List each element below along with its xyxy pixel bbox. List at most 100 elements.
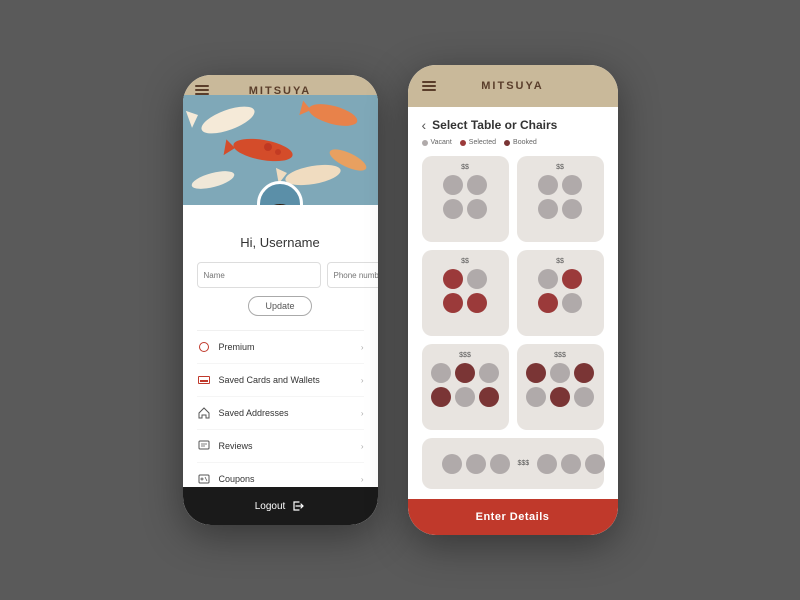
chair[interactable] (526, 387, 546, 407)
right-body: ‹ Select Table or Chairs Vacant Selected… (408, 107, 618, 499)
profile-inputs (197, 262, 364, 288)
table-4-price: $$ (556, 258, 564, 265)
chair[interactable] (538, 269, 558, 289)
menu-label-premium: Premium (219, 342, 361, 352)
name-input[interactable] (197, 262, 321, 288)
right-app-title: MITSUYA (481, 80, 544, 92)
select-nav: ‹ Select Table or Chairs (422, 117, 604, 133)
card-icon (197, 373, 211, 387)
chair (455, 363, 475, 383)
chair[interactable] (467, 293, 487, 313)
logout-button[interactable]: Logout (183, 487, 378, 525)
menu-list: Premium › Saved Cards and Wallets › Save… (197, 330, 364, 496)
chair[interactable] (561, 454, 581, 474)
chair[interactable] (585, 454, 605, 474)
home-icon (197, 406, 211, 420)
coupon-icon (197, 472, 211, 486)
table-1-chairs (443, 175, 487, 219)
left-body: Hi, Username Update Premium › Saved Card… (183, 205, 378, 510)
menu-label-reviews: Reviews (219, 441, 361, 451)
table-5-chairs (431, 363, 499, 407)
chair[interactable] (443, 199, 463, 219)
chair[interactable] (431, 363, 451, 383)
logout-icon (291, 499, 305, 513)
chair[interactable] (562, 293, 582, 313)
menu-item-premium[interactable]: Premium › (197, 331, 364, 364)
selected-dot (460, 140, 466, 146)
tables-grid: $$ $$ $$ (422, 156, 604, 489)
chair (574, 363, 594, 383)
chair[interactable] (467, 269, 487, 289)
right-hamburger-icon[interactable] (422, 81, 436, 91)
left-header: MITSUYA (183, 75, 378, 205)
arrow-icon-saved-cards: › (361, 376, 364, 385)
vacant-label: Vacant (431, 139, 452, 146)
table-6-price: $$$ (554, 352, 566, 359)
chair[interactable] (443, 293, 463, 313)
chair[interactable] (442, 454, 462, 474)
chair (479, 387, 499, 407)
menu-item-reviews[interactable]: Reviews › (197, 430, 364, 463)
chair (526, 363, 546, 383)
phone-input[interactable] (327, 262, 378, 288)
chair[interactable] (467, 175, 487, 195)
table-3-chairs (443, 269, 487, 313)
menu-item-saved-cards[interactable]: Saved Cards and Wallets › (197, 364, 364, 397)
legend-vacant: Vacant (422, 139, 452, 146)
table-1-price: $$ (461, 164, 469, 171)
table-4[interactable]: $$ (517, 250, 604, 336)
table-2-price: $$ (556, 164, 564, 171)
chair[interactable] (466, 454, 486, 474)
chair[interactable] (467, 199, 487, 219)
table-5[interactable]: $$$ (422, 344, 509, 430)
right-header: MITSUYA (408, 65, 618, 107)
page-title: Select Table or Chairs (432, 118, 557, 132)
legend: Vacant Selected Booked (422, 139, 604, 146)
chair[interactable] (537, 454, 557, 474)
chair (431, 387, 451, 407)
chair[interactable] (538, 175, 558, 195)
greeting-text: Hi, Username (240, 235, 319, 250)
chair[interactable] (538, 293, 558, 313)
table-2[interactable]: $$ (517, 156, 604, 242)
vacant-dot (422, 140, 428, 146)
update-button[interactable]: Update (248, 296, 311, 316)
chair[interactable] (562, 269, 582, 289)
back-button[interactable]: ‹ (422, 117, 427, 133)
menu-label-coupons: Coupons (219, 474, 361, 484)
right-phone: MITSUYA ‹ Select Table or Chairs Vacant … (408, 65, 618, 535)
arrow-icon-saved-addresses: › (361, 409, 364, 418)
enter-details-button[interactable]: Enter Details (408, 499, 618, 535)
koi-illustration (183, 95, 378, 205)
table-1[interactable]: $$ (422, 156, 509, 242)
table-3-price: $$ (461, 258, 469, 265)
chair[interactable] (562, 175, 582, 195)
booked-dot (504, 140, 510, 146)
menu-label-saved-addresses: Saved Addresses (219, 408, 361, 418)
chair[interactable] (490, 454, 510, 474)
table-6-chairs (526, 363, 594, 407)
table-7-chairs-right (537, 454, 605, 474)
chair[interactable] (550, 363, 570, 383)
chair (550, 387, 570, 407)
table-5-price: $$$ (459, 352, 471, 359)
table-7-chairs-left (442, 454, 510, 474)
menu-label-saved-cards: Saved Cards and Wallets (219, 375, 361, 385)
chair[interactable] (538, 199, 558, 219)
chair[interactable] (479, 363, 499, 383)
review-icon (197, 439, 211, 453)
chair[interactable] (443, 269, 463, 289)
chair[interactable] (443, 175, 463, 195)
table-6[interactable]: $$$ (517, 344, 604, 430)
table-3[interactable]: $$ (422, 250, 509, 336)
chair[interactable] (574, 387, 594, 407)
logout-label: Logout (255, 501, 286, 512)
premium-icon (197, 340, 211, 354)
menu-item-saved-addresses[interactable]: Saved Addresses › (197, 397, 364, 430)
legend-booked: Booked (504, 139, 537, 146)
chair[interactable] (562, 199, 582, 219)
chair[interactable] (455, 387, 475, 407)
table-7[interactable]: $$$ (422, 438, 604, 489)
table-2-chairs (538, 175, 582, 219)
legend-selected: Selected (460, 139, 496, 146)
